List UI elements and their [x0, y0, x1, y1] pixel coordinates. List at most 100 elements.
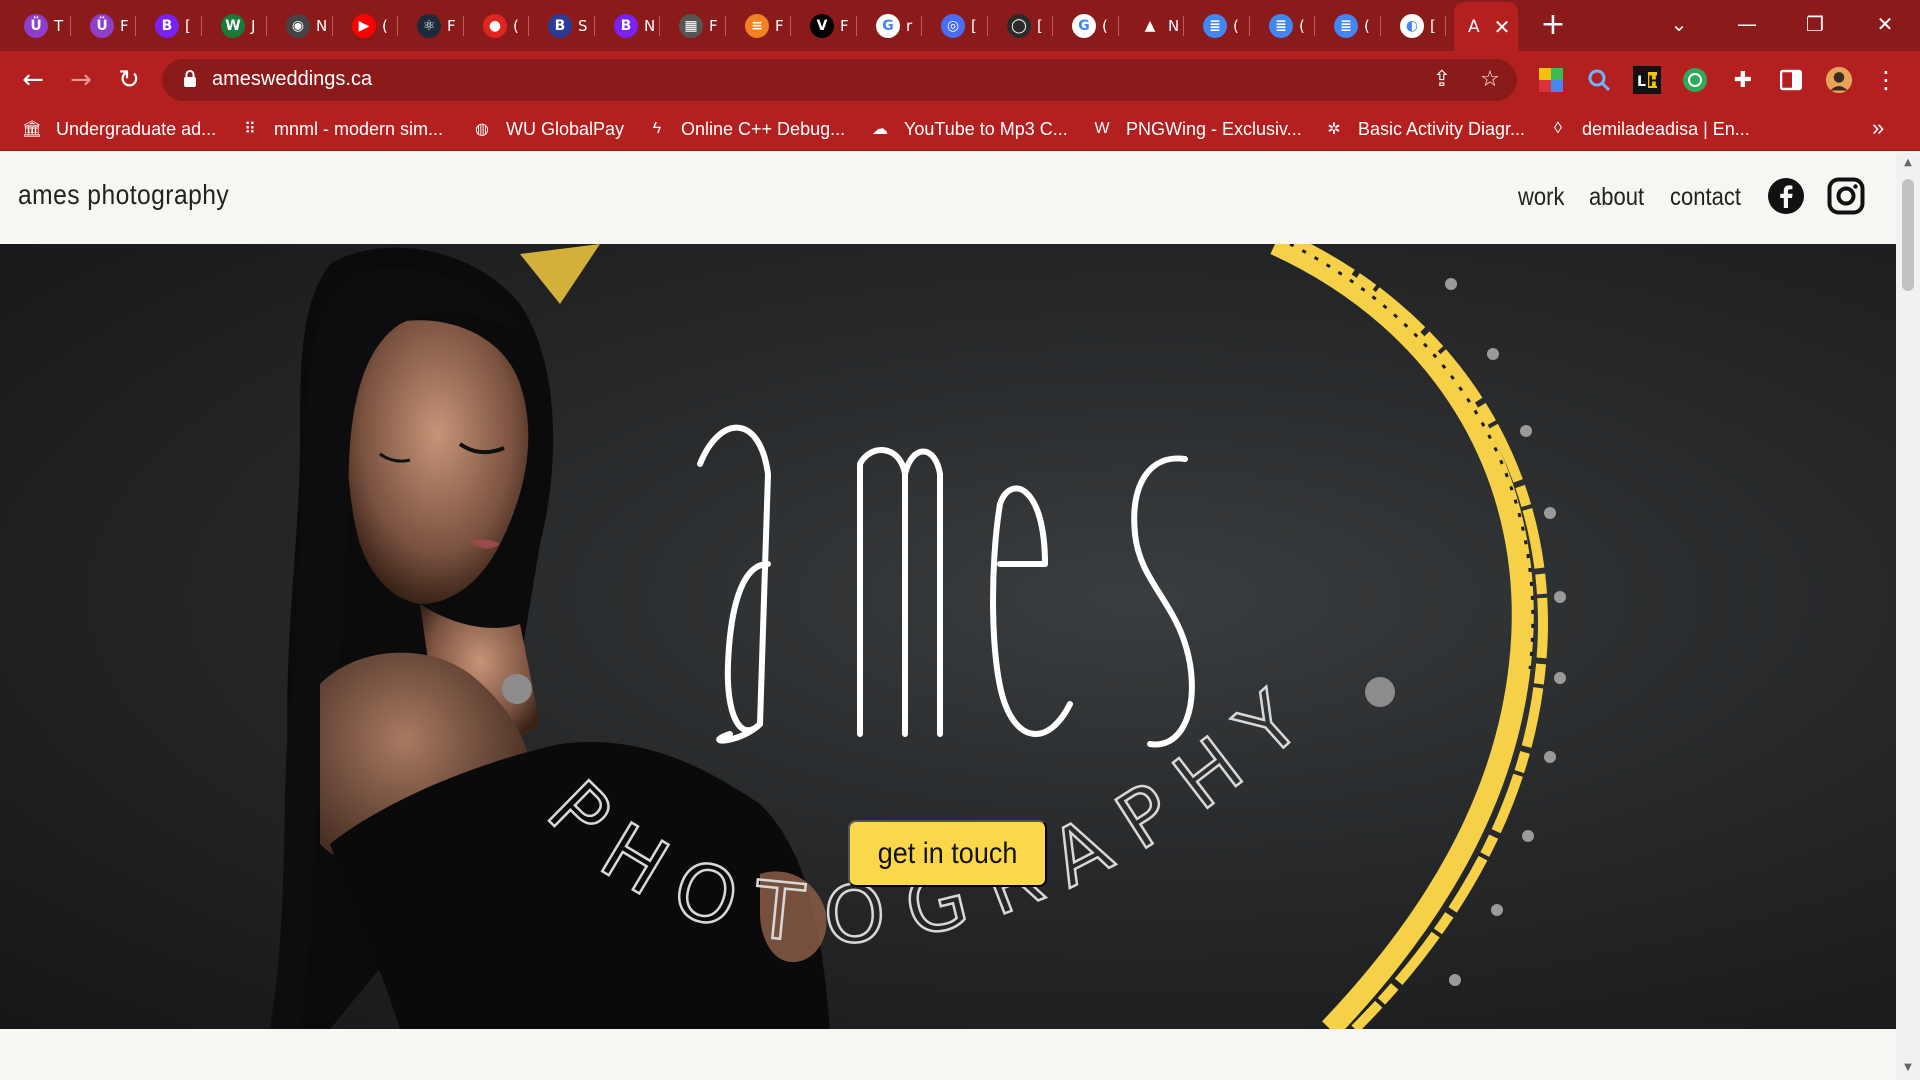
browser-tab[interactable]: WJ [209, 8, 255, 44]
tab-title: [ [185, 17, 191, 35]
tab-title: [ [1430, 17, 1436, 35]
close-window-button[interactable]: ✕ [1862, 6, 1908, 42]
browser-tab[interactable]: ▶( [340, 8, 388, 44]
get-in-touch-button[interactable]: get in touch [848, 820, 1047, 887]
tab-strip: Ü T Ü F B[W J ◉ N ▶(⚛ F ●(B S B N ▦ F ≡ F V F Gr ◎[◯[G(▲ N ≣(≣(… [0, 0, 1920, 51]
bookmarks-overflow-button[interactable]: » [1872, 115, 1884, 141]
building-icon: 🏛 [21, 121, 43, 138]
bookmark-item[interactable]: 🏛 Undergraduate ad... [20, 117, 216, 141]
nav-contact-link[interactable]: contact [1670, 183, 1741, 212]
browser-tab[interactable]: ≣( [1257, 8, 1305, 44]
grammar-extension-icon[interactable] [1681, 66, 1709, 94]
address-bar[interactable]: amesweddings.ca ⇪ ☆ [162, 59, 1517, 101]
hero-ames-lettering [697, 424, 1195, 748]
bookmark-item[interactable]: ✲ Basic Activity Diagr... [1322, 117, 1525, 141]
tab-separator [659, 16, 660, 36]
reload-button[interactable]: ↻ [112, 63, 146, 97]
lighthouse-extension-icon[interactable]: LH [1633, 66, 1661, 94]
hero-banner: PHOTOGRAPHY get in touch [0, 244, 1896, 1029]
tab-separator [1445, 16, 1446, 36]
browser-tab[interactable]: ÜT [12, 8, 63, 44]
profile-avatar[interactable] [1825, 66, 1853, 94]
tab-separator [1183, 16, 1184, 36]
google-docs-icon: ≣ [1269, 14, 1293, 38]
scroll-down-icon[interactable]: ▼ [1902, 1062, 1914, 1074]
page-lower-band [0, 1029, 1896, 1080]
browser-tab[interactable]: ÜF [78, 8, 129, 44]
bookmark-item[interactable]: ϟ Online C++ Debug... [645, 117, 845, 141]
tab-separator [70, 16, 71, 36]
bookmark-label: Undergraduate ad... [56, 118, 217, 139]
bookmark-item[interactable]: W PNGWing - Exclusiv... [1090, 117, 1301, 141]
url-text[interactable]: amesweddings.ca [212, 68, 372, 91]
nav-about-link[interactable]: about [1589, 183, 1644, 212]
side-panel-icon[interactable] [1777, 66, 1805, 94]
bookmark-star-icon[interactable]: ☆ [1477, 67, 1503, 93]
browser-tab[interactable]: ≣( [1191, 8, 1239, 44]
bookmark-item[interactable]: ◍ WU GlobalPay [470, 117, 624, 141]
tab-title: ( [1364, 17, 1370, 35]
browser-tab[interactable]: G( [1060, 8, 1108, 44]
chrome-menu-icon[interactable]: ⋮ [1869, 63, 1903, 97]
page-scrollbar[interactable]: ▲ ▼ [1896, 153, 1920, 1080]
scrollbar-thumb[interactable] [1902, 179, 1914, 291]
github-icon: ◯ [1007, 14, 1031, 38]
browser-tab[interactable]: ▲ N [1126, 8, 1179, 44]
bootstrap-icon: B [614, 14, 638, 38]
new-tab-button[interactable]: + [1536, 8, 1570, 42]
extensions-puzzle-icon[interactable]: ✚ [1729, 66, 1757, 94]
get-in-touch-label: get in touch [877, 836, 1018, 870]
browser-tab[interactable]: ⚛ F [405, 8, 456, 44]
bookmark-item[interactable]: ⠿ mnml - modern sim... [238, 117, 443, 141]
download-cloud-icon: ☁ [872, 121, 888, 138]
tab-separator [135, 16, 136, 36]
bookmark-label: YouTube to Mp3 C... [904, 118, 1068, 139]
bootstrap-icon: B [155, 14, 179, 38]
globe-icon: ◐ [1400, 14, 1424, 38]
tab-separator [987, 16, 988, 36]
browser-tab[interactable]: ◯[ [995, 8, 1043, 44]
search-extension-icon[interactable] [1585, 66, 1613, 94]
browser-tab[interactable]: BN [602, 8, 655, 44]
tab-search-icon[interactable]: ⌄ [1656, 6, 1702, 42]
browser-toolbar: ← → ↻ amesweddings.ca ⇪ ☆ LH ✚ ⋮ [0, 51, 1920, 109]
forward-button[interactable]: → [64, 63, 98, 97]
google-drive-icon: ▲ [1138, 14, 1162, 38]
svg-text:H: H [1648, 74, 1659, 90]
browser-tab[interactable]: Gr [864, 8, 912, 44]
tab-title: ( [513, 17, 519, 35]
share-icon[interactable]: ⇪ [1429, 67, 1455, 93]
bookmark-item[interactable]: ◊ demiladeadisa | En... [1546, 117, 1750, 141]
browser-tab[interactable]: VF [798, 8, 849, 44]
browser-tab[interactable]: ≣( [1322, 8, 1370, 44]
browser-tab[interactable]: ▦ F [667, 8, 718, 44]
back-button[interactable]: ← [16, 63, 50, 97]
site-header: ames photography work about contact [0, 153, 1896, 244]
browser-tab[interactable]: ≡ F [733, 8, 784, 44]
tab-separator [725, 16, 726, 36]
site-brand[interactable]: ames photography [18, 179, 229, 211]
google-docs-icon: ≣ [1203, 14, 1227, 38]
instagram-icon[interactable] [1827, 177, 1865, 215]
tab-separator [1052, 16, 1053, 36]
bookmark-item[interactable]: ☁ YouTube to Mp3 C... [868, 117, 1068, 141]
tab-title: F [775, 17, 784, 35]
scroll-up-icon[interactable]: ▲ [1902, 157, 1914, 169]
nav-work-link[interactable]: work [1518, 183, 1564, 212]
browser-tab[interactable]: ◐[ [1388, 8, 1436, 44]
browser-tab[interactable]: B[ [143, 8, 191, 44]
close-tab-icon[interactable]: ✕ [1494, 15, 1511, 39]
google-docs-icon: ≣ [1334, 14, 1358, 38]
facebook-icon[interactable] [1767, 177, 1805, 215]
restore-button[interactable]: ❐ [1792, 6, 1838, 42]
browser-tab[interactable]: BS [536, 8, 588, 44]
lock-icon[interactable] [182, 69, 198, 89]
minimize-button[interactable]: — [1724, 6, 1770, 42]
active-tab[interactable]: A ✕ [1454, 2, 1518, 51]
circle-blue-icon: ◎ [941, 14, 965, 38]
browser-tab[interactable]: ◉ N [274, 8, 327, 44]
browser-tab[interactable]: ●( [471, 8, 519, 44]
tab-title: S [578, 17, 588, 35]
browser-tab[interactable]: ◎[ [929, 8, 977, 44]
colorzilla-extension-icon[interactable] [1537, 66, 1565, 94]
